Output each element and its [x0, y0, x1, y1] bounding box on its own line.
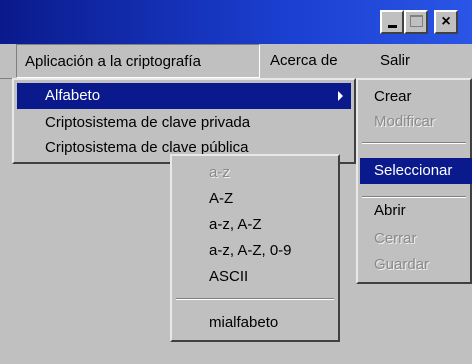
menu-item-modificar-label: Modificar	[374, 113, 435, 130]
menu-salir[interactable]: Salir	[372, 44, 418, 78]
menu-salir-label: Salir	[380, 52, 411, 69]
menu-bar: Aplicación a la criptografía Acerca de S…	[0, 44, 472, 79]
alfabeto-submenu: Crear Modificar Seleccionar Abrir Cerrar…	[356, 78, 472, 284]
menu-item-a-z-lower-label: a-z	[209, 164, 230, 181]
seleccionar-submenu: a-z A-Z a-z, A-Z a-z, A-Z, 0-9 ASCII mia…	[170, 154, 340, 342]
menu-item-mialfabeto-label: mialfabeto	[209, 314, 279, 331]
menu-item-alfabeto-label: Alfabeto	[45, 87, 101, 104]
menu-item-cerrar-label: Cerrar	[374, 230, 417, 247]
menu-acerca-de[interactable]: Acerca de	[262, 44, 346, 78]
menu-item-seleccionar[interactable]: Seleccionar	[360, 158, 472, 184]
close-icon: ×	[441, 13, 451, 30]
menu-aplicacion-label: Aplicación a la criptografía	[25, 53, 201, 70]
menu-item-a-z-upper-label: A-Z	[209, 190, 234, 207]
menu-item-cerrar: Cerrar	[360, 226, 468, 252]
menu-item-crear-label: Crear	[374, 88, 412, 105]
menu-item-a-z-lower: a-z	[175, 160, 335, 186]
menu-item-guardar-label: Guardar	[374, 256, 430, 273]
menu-item-modificar: Modificar	[360, 109, 468, 135]
menu-item-a-z-both[interactable]: a-z, A-Z	[175, 212, 335, 238]
aplicacion-dropdown: Alfabeto Criptosistema de clave privada …	[12, 78, 356, 164]
menu-item-a-z-upper[interactable]: A-Z	[175, 186, 335, 212]
menu-item-alphanumeric-label: a-z, A-Z, 0-9	[209, 242, 292, 259]
menu-acerca-de-label: Acerca de	[270, 52, 338, 69]
menu-item-mialfabeto[interactable]: mialfabeto	[175, 310, 335, 336]
close-button[interactable]: ×	[434, 10, 458, 34]
menu-aplicacion[interactable]: Aplicación a la criptografía	[16, 44, 260, 78]
menu-item-crear[interactable]: Crear	[360, 84, 468, 110]
title-bar: ×	[0, 0, 472, 44]
menu-item-abrir[interactable]: Abrir	[360, 198, 468, 224]
menu-item-abrir-label: Abrir	[374, 202, 406, 219]
menu-item-a-z-both-label: a-z, A-Z	[209, 216, 262, 233]
menu-separator	[176, 298, 334, 300]
menu-item-clave-privada-label: Criptosistema de clave privada	[45, 114, 251, 131]
maximize-button[interactable]	[404, 10, 428, 34]
menu-item-seleccionar-label: Seleccionar	[374, 162, 453, 179]
menu-item-ascii[interactable]: ASCII	[175, 264, 335, 290]
menu-item-alphanumeric[interactable]: a-z, A-Z, 0-9	[175, 238, 335, 264]
minimize-button[interactable]	[380, 10, 404, 34]
menu-item-alfabeto[interactable]: Alfabeto	[17, 83, 351, 109]
menu-item-ascii-label: ASCII	[209, 268, 249, 285]
menu-item-guardar: Guardar	[360, 252, 468, 278]
menu-item-clave-privada[interactable]: Criptosistema de clave privada	[17, 110, 351, 136]
submenu-arrow-icon	[338, 91, 343, 101]
menu-separator	[362, 142, 466, 144]
